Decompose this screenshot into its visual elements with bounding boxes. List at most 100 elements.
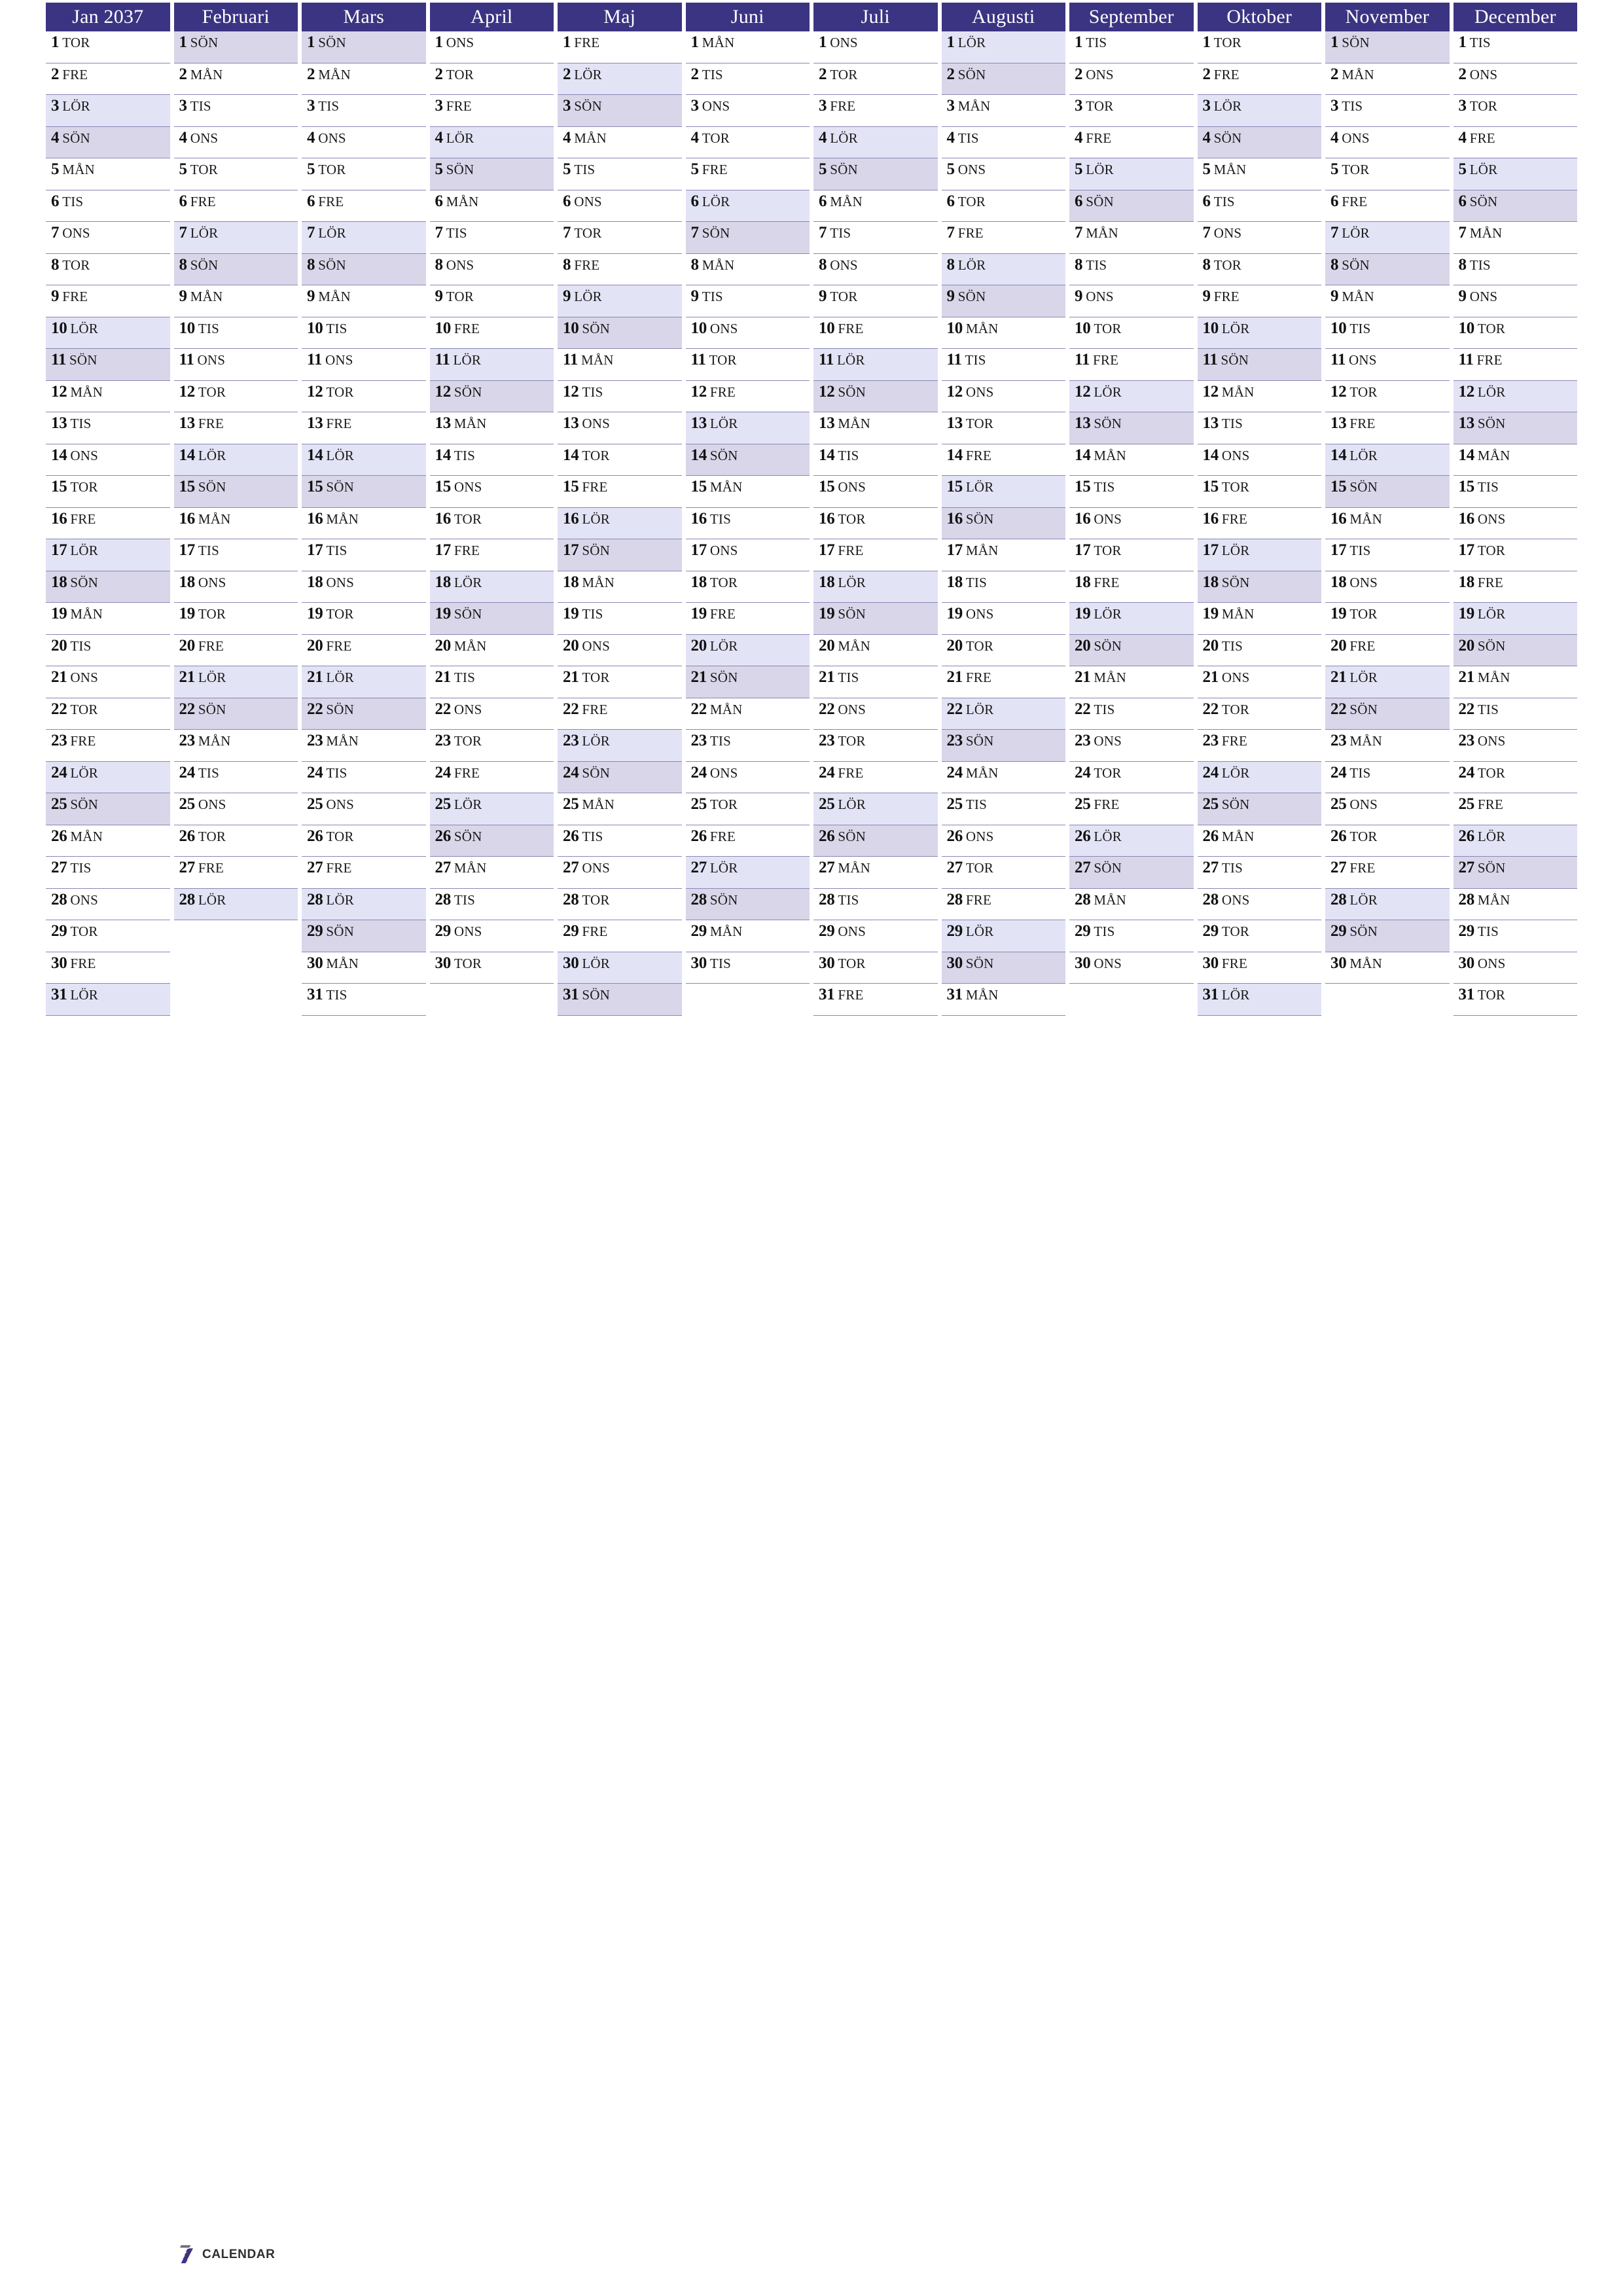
day-cell-1-12[interactable]: 12 MÅN [46,380,170,412]
day-cell-5-6[interactable]: 6 ONS [558,190,682,222]
day-cell-6-7[interactable]: 7 SÖN [685,222,810,254]
day-cell-11-6[interactable]: 6 FRE [1325,190,1450,222]
day-cell-10-24[interactable]: 24 LÖR [1197,761,1321,793]
day-cell-4-27[interactable]: 27 MÅN [429,857,554,889]
day-cell-7-13[interactable]: 13 MÅN [813,412,938,444]
day-cell-2-25[interactable]: 25 ONS [173,793,298,825]
day-cell-5-3[interactable]: 3 SÖN [558,95,682,127]
day-cell-10-3[interactable]: 3 LÖR [1197,95,1321,127]
day-cell-11-22[interactable]: 22 SÖN [1325,698,1450,730]
day-cell-3-25[interactable]: 25 ONS [302,793,426,825]
day-cell-9-10[interactable]: 10 TOR [1069,317,1194,349]
day-cell-3-31[interactable]: 31 TIS [302,984,426,1016]
day-cell-4-13[interactable]: 13 MÅN [429,412,554,444]
day-cell-4-21[interactable]: 21 TIS [429,666,554,698]
day-cell-3-13[interactable]: 13 FRE [302,412,426,444]
day-cell-6-17[interactable]: 17 ONS [685,539,810,571]
day-cell-6-28[interactable]: 28 SÖN [685,888,810,920]
day-cell-11-15[interactable]: 15 SÖN [1325,476,1450,508]
day-cell-4-4[interactable]: 4 LÖR [429,126,554,158]
day-cell-12-18[interactable]: 18 FRE [1453,571,1577,603]
day-cell-4-2[interactable]: 2 TOR [429,63,554,95]
day-cell-9-6[interactable]: 6 SÖN [1069,190,1194,222]
day-cell-12-22[interactable]: 22 TIS [1453,698,1577,730]
day-cell-2-1[interactable]: 1 SÖN [173,31,298,63]
day-cell-5-7[interactable]: 7 TOR [558,222,682,254]
day-cell-6-13[interactable]: 13 LÖR [685,412,810,444]
day-cell-7-26[interactable]: 26 SÖN [813,825,938,857]
day-cell-2-16[interactable]: 16 MÅN [173,507,298,539]
day-cell-2-6[interactable]: 6 FRE [173,190,298,222]
day-cell-9-5[interactable]: 5 LÖR [1069,158,1194,190]
day-cell-6-15[interactable]: 15 MÅN [685,476,810,508]
day-cell-5-11[interactable]: 11 MÅN [558,349,682,381]
day-cell-7-8[interactable]: 8 ONS [813,253,938,285]
day-cell-3-10[interactable]: 10 TIS [302,317,426,349]
day-cell-1-13[interactable]: 13 TIS [46,412,170,444]
day-cell-5-15[interactable]: 15 FRE [558,476,682,508]
day-cell-4-12[interactable]: 12 SÖN [429,380,554,412]
day-cell-1-8[interactable]: 8 TOR [46,253,170,285]
day-cell-1-25[interactable]: 25 SÖN [46,793,170,825]
day-cell-4-9[interactable]: 9 TOR [429,285,554,317]
day-cell-10-22[interactable]: 22 TOR [1197,698,1321,730]
day-cell-8-11[interactable]: 11 TIS [941,349,1065,381]
day-cell-10-27[interactable]: 27 TIS [1197,857,1321,889]
day-cell-12-9[interactable]: 9 ONS [1453,285,1577,317]
day-cell-9-4[interactable]: 4 FRE [1069,126,1194,158]
day-cell-2-13[interactable]: 13 FRE [173,412,298,444]
day-cell-1-3[interactable]: 3 LÖR [46,95,170,127]
day-cell-1-10[interactable]: 10 LÖR [46,317,170,349]
day-cell-2-27[interactable]: 27 FRE [173,857,298,889]
day-cell-6-29[interactable]: 29 MÅN [685,920,810,952]
day-cell-10-13[interactable]: 13 TIS [1197,412,1321,444]
day-cell-5-5[interactable]: 5 TIS [558,158,682,190]
day-cell-6-4[interactable]: 4 TOR [685,126,810,158]
day-cell-4-24[interactable]: 24 FRE [429,761,554,793]
day-cell-4-11[interactable]: 11 LÖR [429,349,554,381]
day-cell-2-11[interactable]: 11 ONS [173,349,298,381]
day-cell-6-27[interactable]: 27 LÖR [685,857,810,889]
day-cell-3-28[interactable]: 28 LÖR [302,888,426,920]
day-cell-8-30[interactable]: 30 SÖN [941,952,1065,984]
day-cell-6-18[interactable]: 18 TOR [685,571,810,603]
day-cell-8-28[interactable]: 28 FRE [941,888,1065,920]
day-cell-8-19[interactable]: 19 ONS [941,603,1065,635]
day-cell-7-30[interactable]: 30 TOR [813,952,938,984]
day-cell-1-1[interactable]: 1 TOR [46,31,170,63]
day-cell-2-2[interactable]: 2 MÅN [173,63,298,95]
day-cell-5-1[interactable]: 1 FRE [558,31,682,63]
day-cell-7-1[interactable]: 1 ONS [813,31,938,63]
day-cell-7-11[interactable]: 11 LÖR [813,349,938,381]
day-cell-2-20[interactable]: 20 FRE [173,634,298,666]
day-cell-1-22[interactable]: 22 TOR [46,698,170,730]
day-cell-9-19[interactable]: 19 LÖR [1069,603,1194,635]
day-cell-8-20[interactable]: 20 TOR [941,634,1065,666]
day-cell-3-7[interactable]: 7 LÖR [302,222,426,254]
day-cell-1-2[interactable]: 2 FRE [46,63,170,95]
day-cell-10-1[interactable]: 1 TOR [1197,31,1321,63]
day-cell-7-28[interactable]: 28 TIS [813,888,938,920]
day-cell-3-2[interactable]: 2 MÅN [302,63,426,95]
day-cell-7-23[interactable]: 23 TOR [813,730,938,762]
day-cell-4-14[interactable]: 14 TIS [429,444,554,476]
day-cell-6-19[interactable]: 19 FRE [685,603,810,635]
day-cell-6-22[interactable]: 22 MÅN [685,698,810,730]
day-cell-9-16[interactable]: 16 ONS [1069,507,1194,539]
day-cell-1-6[interactable]: 6 TIS [46,190,170,222]
day-cell-8-12[interactable]: 12 ONS [941,380,1065,412]
day-cell-12-10[interactable]: 10 TOR [1453,317,1577,349]
day-cell-12-16[interactable]: 16 ONS [1453,507,1577,539]
day-cell-7-14[interactable]: 14 TIS [813,444,938,476]
day-cell-11-21[interactable]: 21 LÖR [1325,666,1450,698]
day-cell-11-29[interactable]: 29 SÖN [1325,920,1450,952]
day-cell-3-29[interactable]: 29 SÖN [302,920,426,952]
day-cell-11-30[interactable]: 30 MÅN [1325,952,1450,984]
day-cell-1-16[interactable]: 16 FRE [46,507,170,539]
day-cell-12-11[interactable]: 11 FRE [1453,349,1577,381]
day-cell-7-29[interactable]: 29 ONS [813,920,938,952]
day-cell-10-5[interactable]: 5 MÅN [1197,158,1321,190]
day-cell-10-17[interactable]: 17 LÖR [1197,539,1321,571]
day-cell-8-21[interactable]: 21 FRE [941,666,1065,698]
day-cell-8-9[interactable]: 9 SÖN [941,285,1065,317]
